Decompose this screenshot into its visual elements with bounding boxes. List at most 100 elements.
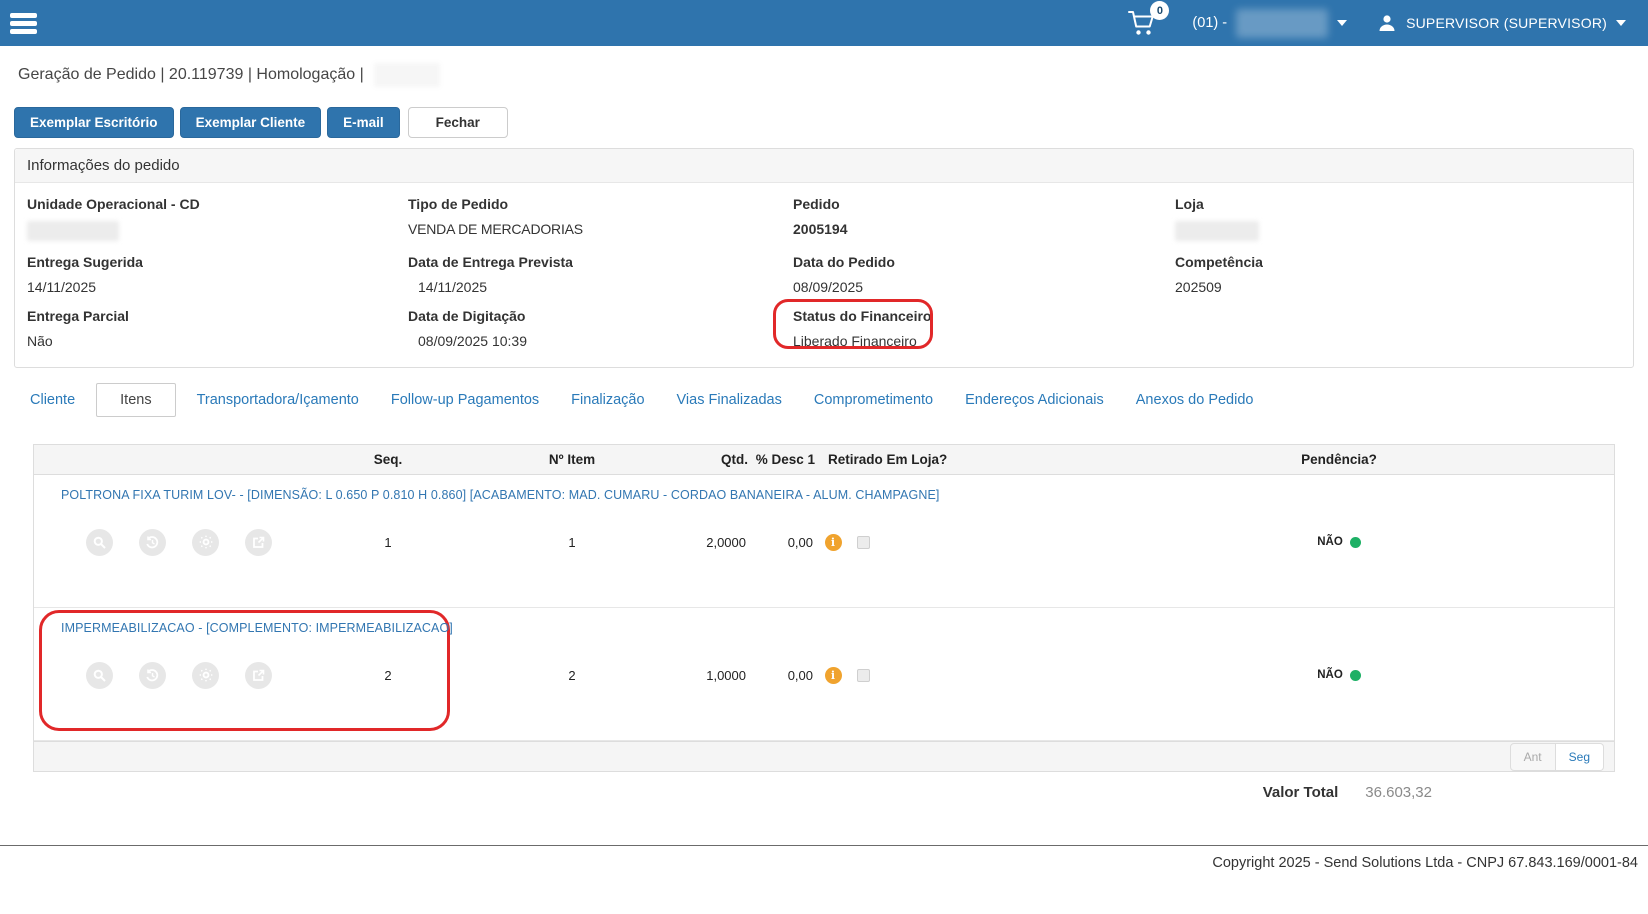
tab-comprometimento[interactable]: Comprometimento <box>798 384 949 416</box>
info-icon[interactable]: i <box>825 667 842 684</box>
tab-vias-finalizadas[interactable]: Vias Finalizadas <box>661 384 798 416</box>
field-competencia: Competência 202509 <box>1175 254 1621 295</box>
store-selector[interactable]: (01) - <box>1192 9 1347 38</box>
field-value: 08/09/2025 10:39 <box>408 333 793 349</box>
store-code-label: (01) - <box>1192 15 1227 31</box>
item-number-value: 1 <box>482 535 662 550</box>
cart-button[interactable]: 0 <box>1127 8 1158 38</box>
top-bar: 0 (01) - SUPERVISOR (SUPERVISOR) <box>0 0 1648 46</box>
edit-external-icon[interactable] <box>245 529 272 556</box>
valor-total-value: 36.603,32 <box>1365 784 1432 801</box>
field-label: Unidade Operacional - CD <box>27 196 408 212</box>
field-label: Data do Pedido <box>793 254 1175 270</box>
valor-total-label: Valor Total <box>1263 784 1339 801</box>
redacted-breadcrumb-value <box>374 63 440 87</box>
order-info-panel: Informações do pedido Unidade Operaciona… <box>14 148 1634 368</box>
status-financeiro-value: Liberado Financeiro <box>793 333 1175 349</box>
product-link[interactable]: IMPERMEABILIZACAO - [COMPLEMENTO: IMPERM… <box>61 621 453 635</box>
hamburger-menu-icon[interactable] <box>10 10 37 37</box>
info-icon[interactable]: i <box>825 534 842 551</box>
qtd-value: 1,0000 <box>662 668 754 683</box>
product-link[interactable]: POLTRONA FIXA TURIM LOV- - [DIMENSÃO: L … <box>61 488 939 502</box>
order-info-body: Unidade Operacional - CD Tipo de Pedido … <box>15 183 1633 367</box>
field-label: Entrega Parcial <box>27 308 408 324</box>
totals-row: Valor Total 36.603,32 <box>0 784 1648 801</box>
items-table: Seq. Nº Item Qtd. % Desc 1 Retirado Em L… <box>33 444 1615 772</box>
chevron-down-icon <box>1616 20 1626 26</box>
search-icon[interactable] <box>86 662 113 689</box>
field-label: Status do Financeiro <box>793 308 1175 324</box>
pendencia-value: NÃO <box>1317 536 1343 548</box>
field-value: 08/09/2025 <box>793 279 1175 295</box>
exemplar-escritorio-button[interactable]: Exemplar Escritório <box>14 107 174 138</box>
table-row-item-1: POLTRONA FIXA TURIM LOV- - [DIMENSÃO: L … <box>34 475 1614 608</box>
field-label: Pedido <box>793 196 1175 212</box>
field-data-entrega-prevista: Data de Entrega Prevista 14/11/2025 <box>408 254 793 295</box>
chevron-down-icon <box>1337 20 1347 26</box>
field-pedido: Pedido 2005194 <box>793 196 1175 241</box>
retirado-checkbox[interactable] <box>857 669 870 682</box>
user-icon <box>1377 13 1397 33</box>
pagination-prev-button[interactable]: Ant <box>1510 743 1556 771</box>
field-loja: Loja <box>1175 196 1621 241</box>
tab-anexos-pedido[interactable]: Anexos do Pedido <box>1120 384 1270 416</box>
redacted-store-name <box>1236 9 1328 38</box>
seq-value: 2 <box>294 668 482 683</box>
field-entrega-parcial: Entrega Parcial Não <box>27 308 408 349</box>
tab-itens[interactable]: Itens <box>96 383 175 417</box>
header-pendencia: Pendência? <box>1064 452 1614 467</box>
field-entrega-sugerida: Entrega Sugerida 14/11/2025 <box>27 254 408 295</box>
items-table-header: Seq. Nº Item Qtd. % Desc 1 Retirado Em L… <box>34 445 1614 475</box>
field-value: 14/11/2025 <box>27 279 408 295</box>
order-info-title: Informações do pedido <box>15 149 1633 183</box>
field-empty <box>1175 308 1621 349</box>
item-number-value: 2 <box>482 668 662 683</box>
field-label: Data de Entrega Prevista <box>408 254 793 270</box>
field-value: 14/11/2025 <box>408 279 793 295</box>
status-dot-green <box>1350 537 1361 548</box>
retirado-checkbox[interactable] <box>857 536 870 549</box>
field-label: Competência <box>1175 254 1621 270</box>
field-label: Loja <box>1175 196 1621 212</box>
copyright-text: Copyright 2025 - Send Solutions Ltda - C… <box>1212 855 1638 871</box>
gear-icon[interactable] <box>192 529 219 556</box>
header-retirado: Retirado Em Loja? <box>821 452 1064 467</box>
header-qtd: Qtd. <box>662 452 754 467</box>
fechar-button[interactable]: Fechar <box>408 107 508 138</box>
email-button[interactable]: E-mail <box>327 107 400 138</box>
history-icon[interactable] <box>139 662 166 689</box>
redacted-value <box>27 221 119 241</box>
user-menu[interactable]: SUPERVISOR (SUPERVISOR) <box>1377 13 1626 33</box>
page-footer: Copyright 2025 - Send Solutions Ltda - C… <box>0 845 1648 871</box>
desc-value: 0,00 <box>754 535 821 550</box>
edit-external-icon[interactable] <box>245 662 272 689</box>
search-icon[interactable] <box>86 529 113 556</box>
redacted-value <box>1175 221 1259 241</box>
seq-value: 1 <box>294 535 482 550</box>
exemplar-cliente-button[interactable]: Exemplar Cliente <box>180 107 322 138</box>
field-value: VENDA DE MERCADORIAS <box>408 221 793 237</box>
pagination-next-button[interactable]: Seg <box>1556 743 1604 771</box>
tab-enderecos-adicionais[interactable]: Endereços Adicionais <box>949 384 1120 416</box>
tab-bar: Cliente Itens Transportadora/Içamento Fo… <box>14 383 1634 417</box>
page: 0 (01) - SUPERVISOR (SUPERVISOR) Geração… <box>0 0 1648 914</box>
tab-followup-pagamentos[interactable]: Follow-up Pagamentos <box>375 384 555 416</box>
header-seq: Seq. <box>294 452 482 467</box>
gear-icon[interactable] <box>192 662 219 689</box>
field-tipo-pedido: Tipo de Pedido VENDA DE MERCADORIAS <box>408 196 793 241</box>
table-pagination: Ant Seg <box>34 741 1614 771</box>
field-data-pedido: Data do Pedido 08/09/2025 <box>793 254 1175 295</box>
field-label: Entrega Sugerida <box>27 254 408 270</box>
history-icon[interactable] <box>139 529 166 556</box>
tab-finalizacao[interactable]: Finalização <box>555 384 660 416</box>
field-value: 202509 <box>1175 279 1621 295</box>
tab-cliente[interactable]: Cliente <box>14 384 91 416</box>
field-status-financeiro: Status do Financeiro Liberado Financeiro <box>793 308 1175 349</box>
field-value: 2005194 <box>793 221 1175 237</box>
pendencia-value: NÃO <box>1317 669 1343 681</box>
action-toolbar: Exemplar Escritório Exemplar Cliente E-m… <box>14 107 1648 138</box>
status-dot-green <box>1350 670 1361 681</box>
field-label: Data de Digitação <box>408 308 793 324</box>
tab-transportadora[interactable]: Transportadora/Içamento <box>181 384 375 416</box>
qtd-value: 2,0000 <box>662 535 754 550</box>
